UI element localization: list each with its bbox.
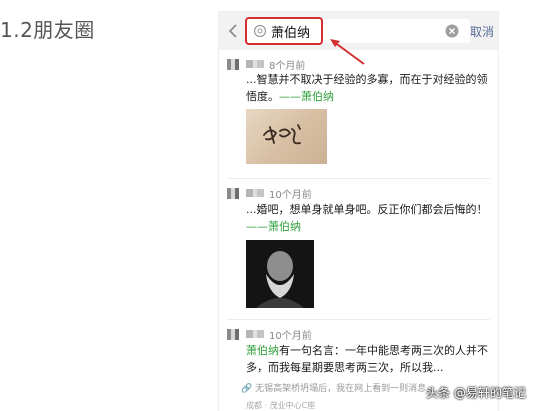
shared-link-title: 无锡高架桥坍塌后，我在网上看到一则消息，... xyxy=(255,384,444,394)
avatar[interactable] xyxy=(227,188,239,199)
clear-icon[interactable] xyxy=(445,24,459,38)
post-time: 8个月前 xyxy=(269,61,306,72)
signature-image[interactable] xyxy=(246,109,327,164)
cancel-button[interactable]: 取消 xyxy=(470,23,494,40)
annotation-arrow xyxy=(330,39,365,65)
divider xyxy=(227,178,490,179)
search-query[interactable]: 萧伯纳 xyxy=(271,22,310,41)
shared-link[interactable]: 🔗 无锡高架桥坍塌后，我在网上看到一则消息，... xyxy=(241,381,444,394)
section-title: 1.2朋友圈 xyxy=(0,18,95,42)
moments-search-icon xyxy=(253,24,267,38)
avatar[interactable] xyxy=(227,59,239,70)
username-blurred xyxy=(246,60,264,68)
username-blurred xyxy=(246,330,264,338)
post-time: 10个月前 xyxy=(269,331,312,342)
post-time: 10个月前 xyxy=(269,190,312,201)
signature-drawing xyxy=(263,124,301,145)
post-text: ...婚吧，想单身就单身吧。反正你们都会后悔的！ ——萧伯纳 xyxy=(246,201,491,235)
avatar[interactable] xyxy=(227,329,239,340)
post-text-body: ...婚吧，想单身就单身吧。反正你们都会后悔的！ xyxy=(246,203,488,216)
post-location[interactable]: 成都 · 茂业中心C座 xyxy=(246,400,315,411)
username-blurred xyxy=(246,189,264,197)
wechat-moments-search-screen: 萧伯纳 取消 8个月前 ...智慧并不取决于经验的多寡，而在于对经验的领悟度。—… xyxy=(219,12,498,411)
post-text-body: 有一句名言：一年中能思考两三次的人并不多，而我每星期要思考两三次，所以我... xyxy=(246,344,488,374)
portrait-image[interactable] xyxy=(246,240,314,308)
author-link[interactable]: ——萧伯纳 xyxy=(279,90,334,103)
link-icon: 🔗 xyxy=(241,384,253,394)
author-link[interactable]: ——萧伯纳 xyxy=(246,220,301,233)
divider xyxy=(227,319,490,320)
post-text: ...智慧并不取决于经验的多寡，而在于对经验的领悟度。——萧伯纳 xyxy=(246,71,491,105)
watermark: 头条 @易轩的笔记 xyxy=(426,386,526,400)
author-link[interactable]: 萧伯纳 xyxy=(246,344,279,357)
back-chevron-icon[interactable] xyxy=(226,22,240,40)
post-text: 萧伯纳有一句名言：一年中能思考两三次的人并不多，而我每星期要思考两三次，所以我.… xyxy=(246,342,491,376)
portrait-drawing xyxy=(246,240,314,308)
